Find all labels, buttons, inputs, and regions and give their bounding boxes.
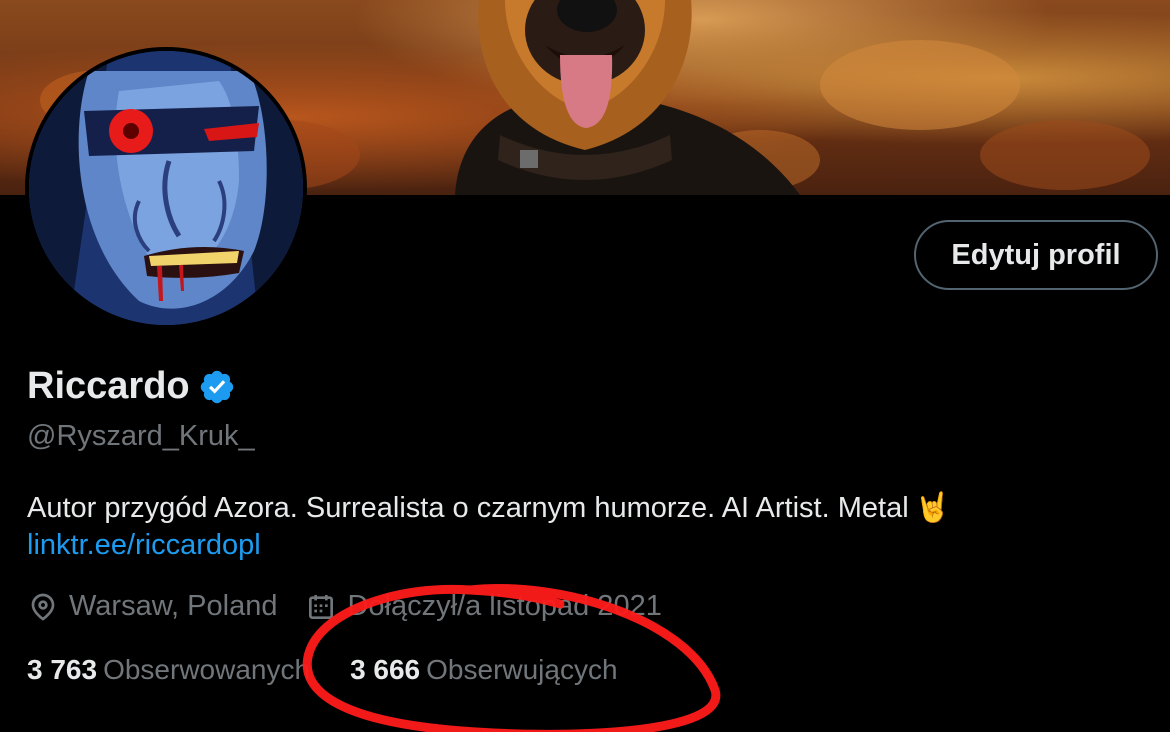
joined-item: Dołączył/a listopad 2021 bbox=[305, 590, 662, 623]
edit-profile-button[interactable]: Edytuj profil bbox=[914, 220, 1158, 290]
profile-handle: @Ryszard_Kruk_ bbox=[27, 420, 255, 452]
location-text: Warsaw, Poland bbox=[69, 590, 278, 622]
calendar-icon bbox=[309, 594, 334, 619]
bio-text: Autor przygód Azora. Surrealista o czarn… bbox=[27, 492, 909, 524]
rock-hand-emoji: 🤘 bbox=[914, 492, 951, 524]
following-count: 3 763 bbox=[27, 654, 98, 685]
profile-bio: Autor przygód Azora. Surrealista o czarn… bbox=[27, 489, 951, 527]
followers-count: 3 666 bbox=[350, 654, 421, 685]
display-name: Riccardo bbox=[27, 365, 190, 407]
profile-meta: Warsaw, Poland Dołączył/a listopad 2021 bbox=[27, 590, 690, 623]
location-item: Warsaw, Poland bbox=[27, 590, 277, 623]
profile-name-row: Riccardo bbox=[27, 365, 236, 408]
avatar[interactable] bbox=[25, 47, 307, 329]
profile-stats: 3 763 Obserwowanych 3 666 Obserwujących bbox=[27, 654, 658, 686]
following-link[interactable]: 3 763 Obserwowanych bbox=[27, 654, 310, 686]
following-label: Obserwowanych bbox=[103, 654, 311, 685]
followers-link[interactable]: 3 666 Obserwujących bbox=[350, 654, 617, 686]
joined-text: Dołączył/a listopad 2021 bbox=[347, 590, 662, 622]
avatar-image bbox=[29, 51, 303, 325]
profile-link[interactable]: linktr.ee/riccardopl bbox=[27, 529, 261, 562]
followers-label: Obserwujących bbox=[426, 654, 618, 685]
location-pin-icon bbox=[31, 593, 55, 621]
verified-badge-icon[interactable] bbox=[198, 368, 236, 406]
